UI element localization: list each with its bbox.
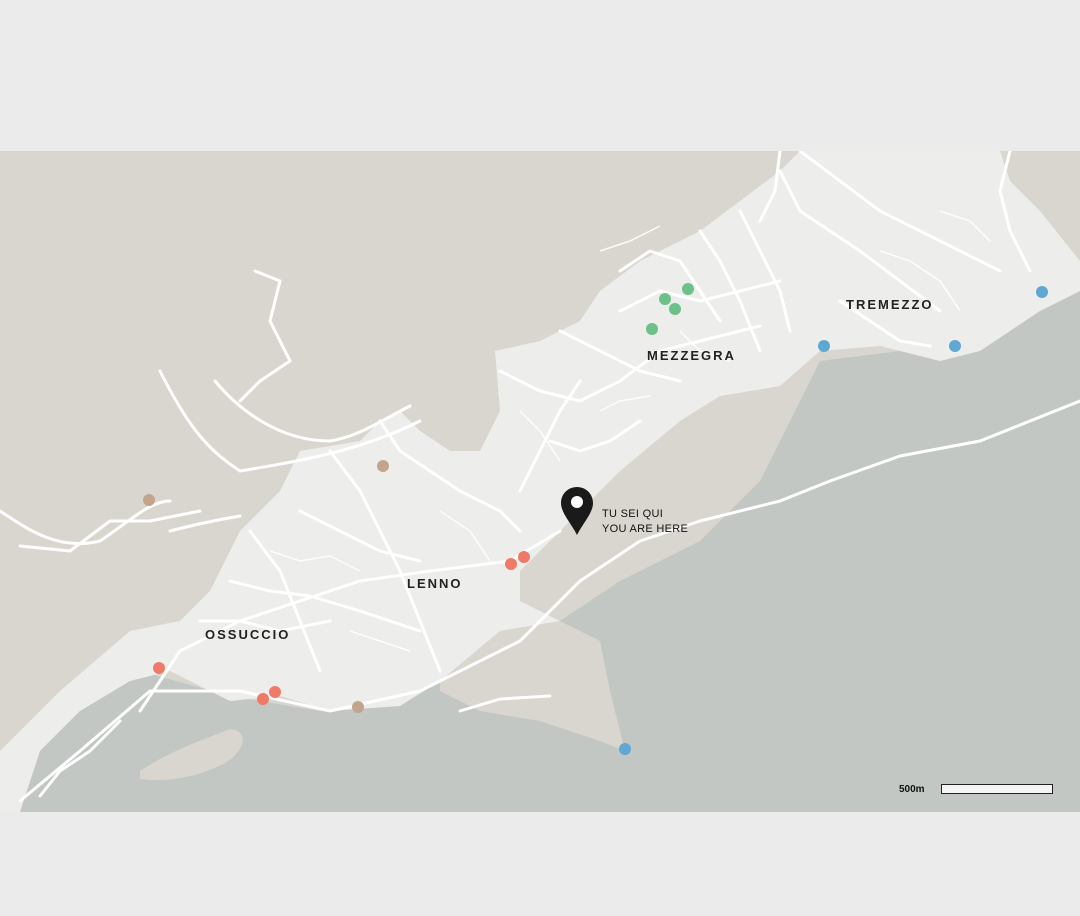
poi-marker-tan[interactable] bbox=[377, 460, 389, 472]
you-are-here-line-it: TU SEI QUI bbox=[602, 508, 664, 520]
town-label-ossuccio: OSSUCCIO bbox=[205, 627, 291, 642]
poi-marker-red[interactable] bbox=[257, 693, 269, 705]
poi-marker-red[interactable] bbox=[518, 551, 530, 563]
poi-marker-blue[interactable] bbox=[818, 340, 830, 352]
poi-marker-blue[interactable] bbox=[619, 743, 631, 755]
scale-label: 500m bbox=[899, 784, 925, 795]
map-canvas bbox=[0, 151, 1080, 812]
poi-marker-tan[interactable] bbox=[143, 494, 155, 506]
you-are-here-label: TU SEI QUI YOU ARE HERE bbox=[602, 507, 688, 537]
poi-marker-red[interactable] bbox=[153, 662, 165, 674]
poi-marker-blue[interactable] bbox=[949, 340, 961, 352]
town-label-lenno: LENNO bbox=[407, 576, 463, 591]
town-label-tremezzo: TREMEZZO bbox=[846, 297, 934, 312]
town-label-mezzegra: MEZZEGRA bbox=[647, 348, 736, 363]
scale-bar bbox=[941, 784, 1053, 794]
poi-marker-red[interactable] bbox=[269, 686, 281, 698]
poi-marker-green[interactable] bbox=[669, 303, 681, 315]
map[interactable]: TREMEZZO MEZZEGRA LENNO OSSUCCIO TU SEI … bbox=[0, 151, 1080, 812]
poi-marker-blue[interactable] bbox=[1036, 286, 1048, 298]
poi-marker-tan[interactable] bbox=[352, 701, 364, 713]
poi-marker-green[interactable] bbox=[682, 283, 694, 295]
you-are-here-line-en: YOU ARE HERE bbox=[602, 523, 689, 535]
location-pin-icon bbox=[561, 487, 593, 535]
poi-marker-red[interactable] bbox=[505, 558, 517, 570]
poi-marker-green[interactable] bbox=[646, 323, 658, 335]
poi-marker-green[interactable] bbox=[659, 293, 671, 305]
